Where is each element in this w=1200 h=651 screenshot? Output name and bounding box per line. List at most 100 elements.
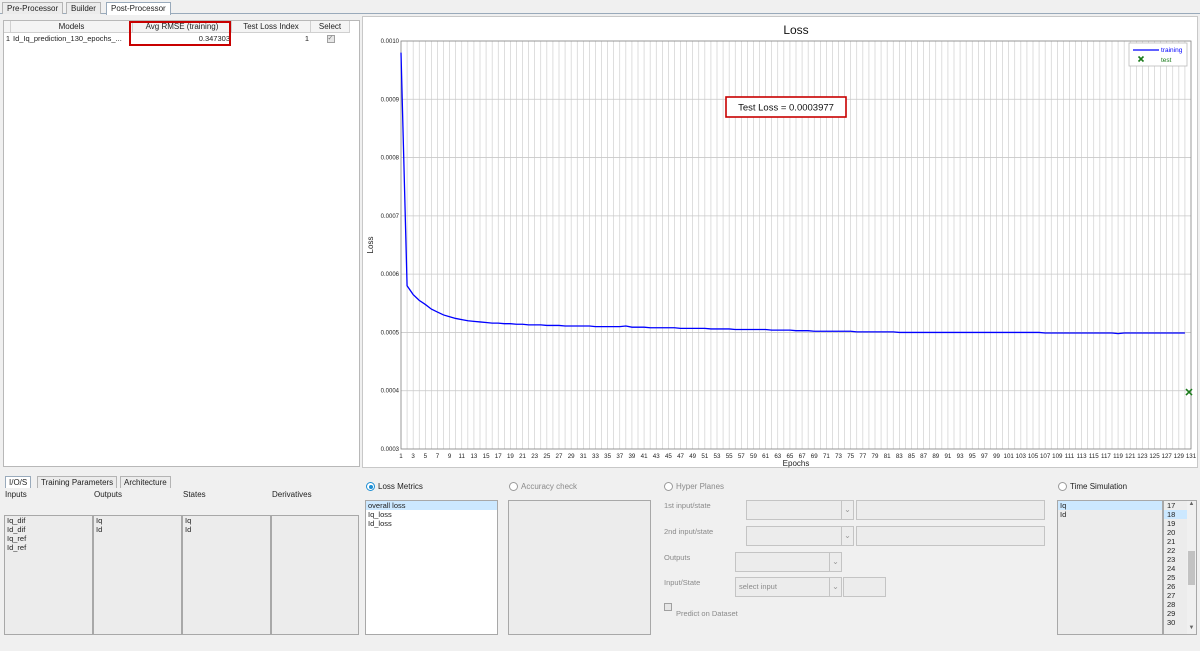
column-header-test-loss-index[interactable]: Test Loss Index <box>232 21 311 33</box>
tab-ios[interactable]: I/O/S <box>5 476 32 488</box>
list-item[interactable]: Id_ref <box>5 543 92 552</box>
scrollbar-thumb[interactable] <box>1188 551 1195 585</box>
loss-metrics-list[interactable]: overall loss Iq_loss Id_loss <box>365 500 498 635</box>
x-tick-label: 33 <box>592 453 599 460</box>
list-item[interactable]: Id <box>1058 510 1162 519</box>
legend-label-training: training <box>1161 47 1183 54</box>
x-tick-label: 57 <box>738 453 745 460</box>
x-tick-label: 85 <box>908 453 915 460</box>
x-tick-label: 5 <box>424 453 428 460</box>
time-simulation-number-list[interactable]: 17 18 19 20 21 22 23 24 25 26 27 28 29 30 ▲ ▼ <box>1163 500 1197 635</box>
tab-builder[interactable]: Builder <box>66 2 101 14</box>
x-tick-label: 123 <box>1137 453 1148 460</box>
hyper-planes-radio[interactable] <box>664 482 673 491</box>
first-input-state-label: 1st input/state <box>664 501 711 510</box>
list-item[interactable]: Id <box>183 525 270 534</box>
list-item[interactable]: Iq <box>1058 501 1162 510</box>
x-tick-label: 97 <box>981 453 988 460</box>
select-input-dropdown[interactable]: select input ⌄ <box>735 577 842 597</box>
list-item[interactable]: Id_dif <box>5 525 92 534</box>
column-header-select[interactable]: Select <box>311 21 350 33</box>
test-loss-index-cell[interactable]: 1 <box>232 34 309 44</box>
x-tick-label: 1 <box>399 453 403 460</box>
list-item[interactable]: Id_loss <box>366 519 497 528</box>
states-header: States <box>183 490 206 499</box>
x-tick-label: 7 <box>436 453 440 460</box>
x-tick-label: 19 <box>507 453 514 460</box>
chevron-down-icon[interactable]: ▼ <box>1187 625 1196 634</box>
predict-on-dataset-checkbox[interactable] <box>664 603 672 611</box>
x-tick-label: 129 <box>1174 453 1185 460</box>
list-item[interactable]: Iq_dif <box>5 516 92 525</box>
second-input-state-dropdown[interactable]: ⌄ <box>746 526 854 546</box>
chevron-up-icon[interactable]: ▲ <box>1187 501 1196 510</box>
x-tick-label: 121 <box>1125 453 1136 460</box>
x-tick-label: 83 <box>896 453 903 460</box>
x-tick-label: 125 <box>1149 453 1160 460</box>
tab-post-processor[interactable]: Post-Processor <box>106 2 171 15</box>
x-tick-label: 109 <box>1052 453 1063 460</box>
select-input-text: select input <box>739 582 777 591</box>
select-checkbox[interactable] <box>326 34 335 44</box>
x-tick-label: 79 <box>872 453 879 460</box>
x-tick-label: 95 <box>969 453 976 460</box>
x-tick-label: 25 <box>543 453 550 460</box>
first-input-state-dropdown[interactable]: ⌄ <box>746 500 854 520</box>
list-item[interactable]: Iq_ref <box>5 534 92 543</box>
y-tick-label: 0.0010 <box>381 39 400 45</box>
list-item[interactable]: Id <box>94 525 181 534</box>
x-tick-label: 21 <box>519 453 526 460</box>
list-item[interactable]: Iq <box>94 516 181 525</box>
x-tick-label: 53 <box>714 453 721 460</box>
states-list[interactable]: Iq Id <box>182 515 271 635</box>
outputs-dropdown[interactable]: ⌄ <box>735 552 842 572</box>
tab-training-parameters[interactable]: Training Parameters <box>37 476 118 488</box>
predict-on-dataset-label: Predict on Dataset <box>676 609 738 618</box>
chevron-down-icon: ⌄ <box>829 553 841 571</box>
highlight-box <box>129 21 231 46</box>
derivatives-list[interactable] <box>271 515 359 635</box>
x-tick-label: 43 <box>653 453 660 460</box>
x-tick-label: 63 <box>774 453 781 460</box>
main-tab-bar: Pre-Processor Builder Post-Processor <box>0 0 1200 15</box>
column-header-models[interactable]: Models <box>11 21 133 33</box>
x-tick-label: 11 <box>459 453 466 460</box>
input-state-label: Input/State <box>664 578 701 587</box>
accuracy-check-radio[interactable] <box>509 482 518 491</box>
list-item[interactable]: overall loss <box>366 501 497 510</box>
x-tick-label: 61 <box>762 453 769 460</box>
x-tick-label: 69 <box>811 453 818 460</box>
tab-architecture[interactable]: Architecture <box>120 476 171 488</box>
x-axis-label: Epochs <box>783 459 810 468</box>
x-tick-label: 99 <box>993 453 1000 460</box>
x-tick-label: 93 <box>957 453 964 460</box>
list-item[interactable]: Iq_loss <box>366 510 497 519</box>
accuracy-check-list[interactable] <box>508 500 651 635</box>
time-simulation-radio[interactable] <box>1058 482 1067 491</box>
x-tick-label: 37 <box>616 453 623 460</box>
chevron-down-icon: ⌄ <box>841 527 853 545</box>
x-tick-label: 31 <box>580 453 587 460</box>
input-state-value-field[interactable] <box>843 577 886 597</box>
x-tick-label: 101 <box>1004 453 1015 460</box>
first-input-state-field[interactable] <box>856 500 1045 520</box>
outputs-list[interactable]: Iq Id <box>93 515 182 635</box>
x-tick-label: 45 <box>665 453 672 460</box>
tab-pre-processor[interactable]: Pre-Processor <box>2 2 64 14</box>
x-tick-label: 15 <box>483 453 490 460</box>
model-name-cell[interactable]: Id_Iq_prediction_130_epochs_... <box>13 34 133 44</box>
time-simulation-signal-list[interactable]: Iq Id <box>1057 500 1163 635</box>
y-tick-label: 0.0003 <box>381 447 400 453</box>
second-input-state-field[interactable] <box>856 526 1045 546</box>
x-tick-label: 51 <box>701 453 708 460</box>
y-tick-label: 0.0008 <box>381 156 400 162</box>
y-tick-label: 0.0007 <box>381 214 400 220</box>
y-tick-label: 0.0004 <box>381 389 400 395</box>
x-tick-label: 87 <box>920 453 927 460</box>
list-item[interactable]: Iq <box>183 516 270 525</box>
x-tick-label: 47 <box>677 453 684 460</box>
inputs-list[interactable]: Iq_dif Id_dif Iq_ref Id_ref <box>4 515 93 635</box>
scrollbar[interactable]: ▲ ▼ <box>1187 501 1196 634</box>
loss-metrics-radio[interactable] <box>366 482 375 491</box>
loss-chart-panel: Loss 0.0003 0.0004 0.0005 0.0006 0.0007 0.0008… <box>362 16 1198 468</box>
